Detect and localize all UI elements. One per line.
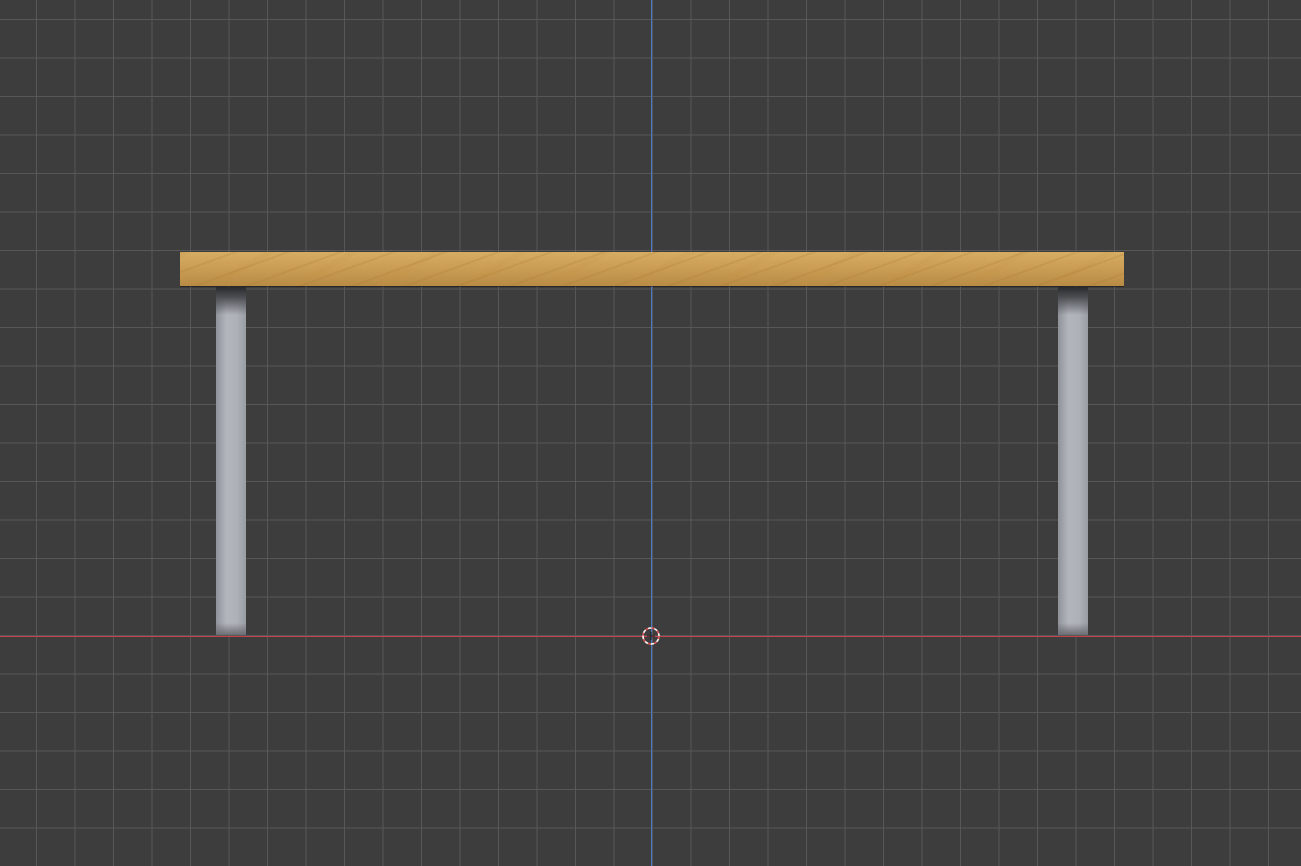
3d-cursor-icon[interactable] [641, 626, 661, 646]
tabletop-object[interactable] [180, 252, 1124, 286]
table-leg-left[interactable] [216, 287, 246, 635]
z-axis-line [651, 0, 652, 866]
table-leg-right[interactable] [1058, 287, 1088, 635]
3d-viewport[interactable] [0, 0, 1301, 866]
